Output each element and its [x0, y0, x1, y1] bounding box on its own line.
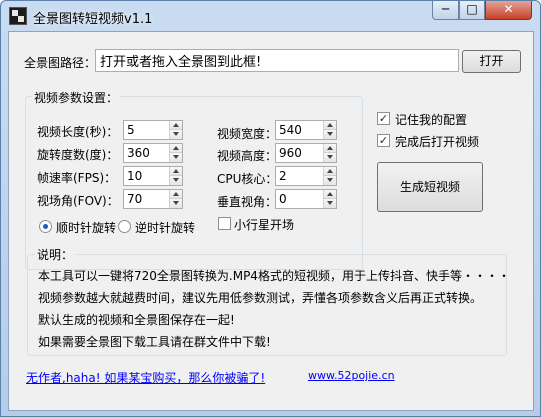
pitch-label: 垂直视角： [217, 195, 278, 209]
fps-spinner[interactable] [123, 166, 183, 186]
path-input[interactable] [95, 49, 459, 72]
generate-video-button[interactable]: 生成短视频 [377, 162, 483, 212]
pitch-up-arrow-icon[interactable] [324, 190, 336, 199]
cpu-down-arrow-icon[interactable] [324, 176, 336, 185]
counterclockwise-label[interactable]: 逆时针旋转 [135, 219, 195, 236]
close-button[interactable]: ✕ [485, 1, 532, 20]
description-group: 说明： 本工具可以一键将720全景图转换为.MP4格式的短视频，用于上传抖音、快… [27, 246, 510, 356]
open-after-checkbox[interactable]: ✓ [377, 134, 390, 147]
width-label: 视频宽度： [217, 127, 278, 141]
rotation-spinner[interactable] [123, 143, 183, 163]
width-input[interactable] [276, 121, 324, 139]
author-link[interactable]: 无作者,haha! 如果某宝购买，那么你被骗了! [26, 369, 265, 386]
fov-label: 视场角(FOV)： [37, 194, 119, 208]
cpu-input[interactable] [276, 167, 324, 185]
clockwise-label[interactable]: 顺时针旋转 [56, 219, 116, 236]
height-input[interactable] [276, 144, 324, 162]
open-button[interactable]: 打开 [462, 50, 521, 73]
height-down-arrow-icon[interactable] [324, 153, 336, 162]
fps-input[interactable] [124, 167, 170, 185]
clockwise-radio[interactable] [39, 220, 52, 233]
rotation-label: 旋转度数(度)： [37, 148, 119, 162]
client-area: 全景图路径： 打开 视频参数设置： 视频长度(秒)： 旋转度数(度)： 帧速率(… [8, 31, 534, 411]
length-down-arrow-icon[interactable] [170, 130, 182, 139]
website-link[interactable]: www.52pojie.cn [308, 369, 395, 382]
fov-down-arrow-icon[interactable] [170, 199, 182, 208]
fps-up-arrow-icon[interactable] [170, 167, 182, 176]
height-spinner[interactable] [275, 143, 337, 163]
window-title: 全景图转短视频v1.1 [33, 12, 153, 27]
width-up-arrow-icon[interactable] [324, 121, 336, 130]
height-label: 视频高度： [217, 149, 278, 163]
length-spinner[interactable] [123, 120, 183, 140]
open-after-label[interactable]: 完成后打开视频 [395, 133, 479, 150]
length-up-arrow-icon[interactable] [170, 121, 182, 130]
cpu-spinner[interactable] [275, 166, 337, 186]
width-down-arrow-icon[interactable] [324, 130, 336, 139]
app-window: 全景图转短视频v1.1 ─ □ ✕ 全景图路径： 打开 视频参数设置： 视频长度… [0, 0, 541, 417]
remember-checkbox[interactable]: ✓ [377, 112, 390, 125]
remember-label[interactable]: 记住我的配置 [395, 111, 467, 128]
pitch-spinner[interactable] [275, 189, 337, 209]
fps-down-arrow-icon[interactable] [170, 176, 182, 185]
description-line-4: 如果需要全景图下载工具请在群文件中下载! [38, 335, 271, 349]
little-planet-checkbox[interactable] [218, 217, 231, 230]
pitch-down-arrow-icon[interactable] [324, 199, 336, 208]
fov-input[interactable] [124, 190, 170, 208]
app-icon [9, 7, 27, 25]
width-spinner[interactable] [275, 120, 337, 140]
rotation-down-arrow-icon[interactable] [170, 153, 182, 162]
video-settings-title: 视频参数设置： [32, 89, 121, 106]
rotation-input[interactable] [124, 144, 170, 162]
rotation-up-arrow-icon[interactable] [170, 144, 182, 153]
cpu-up-arrow-icon[interactable] [324, 167, 336, 176]
cpu-label: CPU核心： [217, 172, 278, 186]
pitch-input[interactable] [276, 190, 324, 208]
fov-up-arrow-icon[interactable] [170, 190, 182, 199]
minimize-button[interactable]: ─ [432, 1, 459, 20]
description-title: 说明： [35, 246, 76, 263]
height-up-arrow-icon[interactable] [324, 144, 336, 153]
length-label: 视频长度(秒)： [37, 125, 119, 139]
length-input[interactable] [124, 121, 170, 139]
description-line-1: 本工具可以一键将720全景图转换为.MP4格式的短视频，用于上传抖音、快手等・・… [38, 269, 510, 283]
title-bar[interactable]: 全景图转短视频v1.1 ─ □ ✕ [1, 1, 540, 31]
description-line-3: 默认生成的视频和全景图保存在一起! [38, 313, 235, 327]
fps-label: 帧速率(FPS)： [37, 171, 117, 185]
path-label: 全景图路径： [24, 56, 97, 70]
little-planet-label[interactable]: 小行星开场 [234, 216, 294, 233]
counterclockwise-radio[interactable] [118, 220, 131, 233]
description-line-2: 视频参数越大就越费时间，建议先用低参数测试，弄懂各项参数含义后再正式转换。 [38, 291, 483, 305]
fov-spinner[interactable] [123, 189, 183, 209]
maximize-button[interactable]: □ [459, 1, 485, 20]
